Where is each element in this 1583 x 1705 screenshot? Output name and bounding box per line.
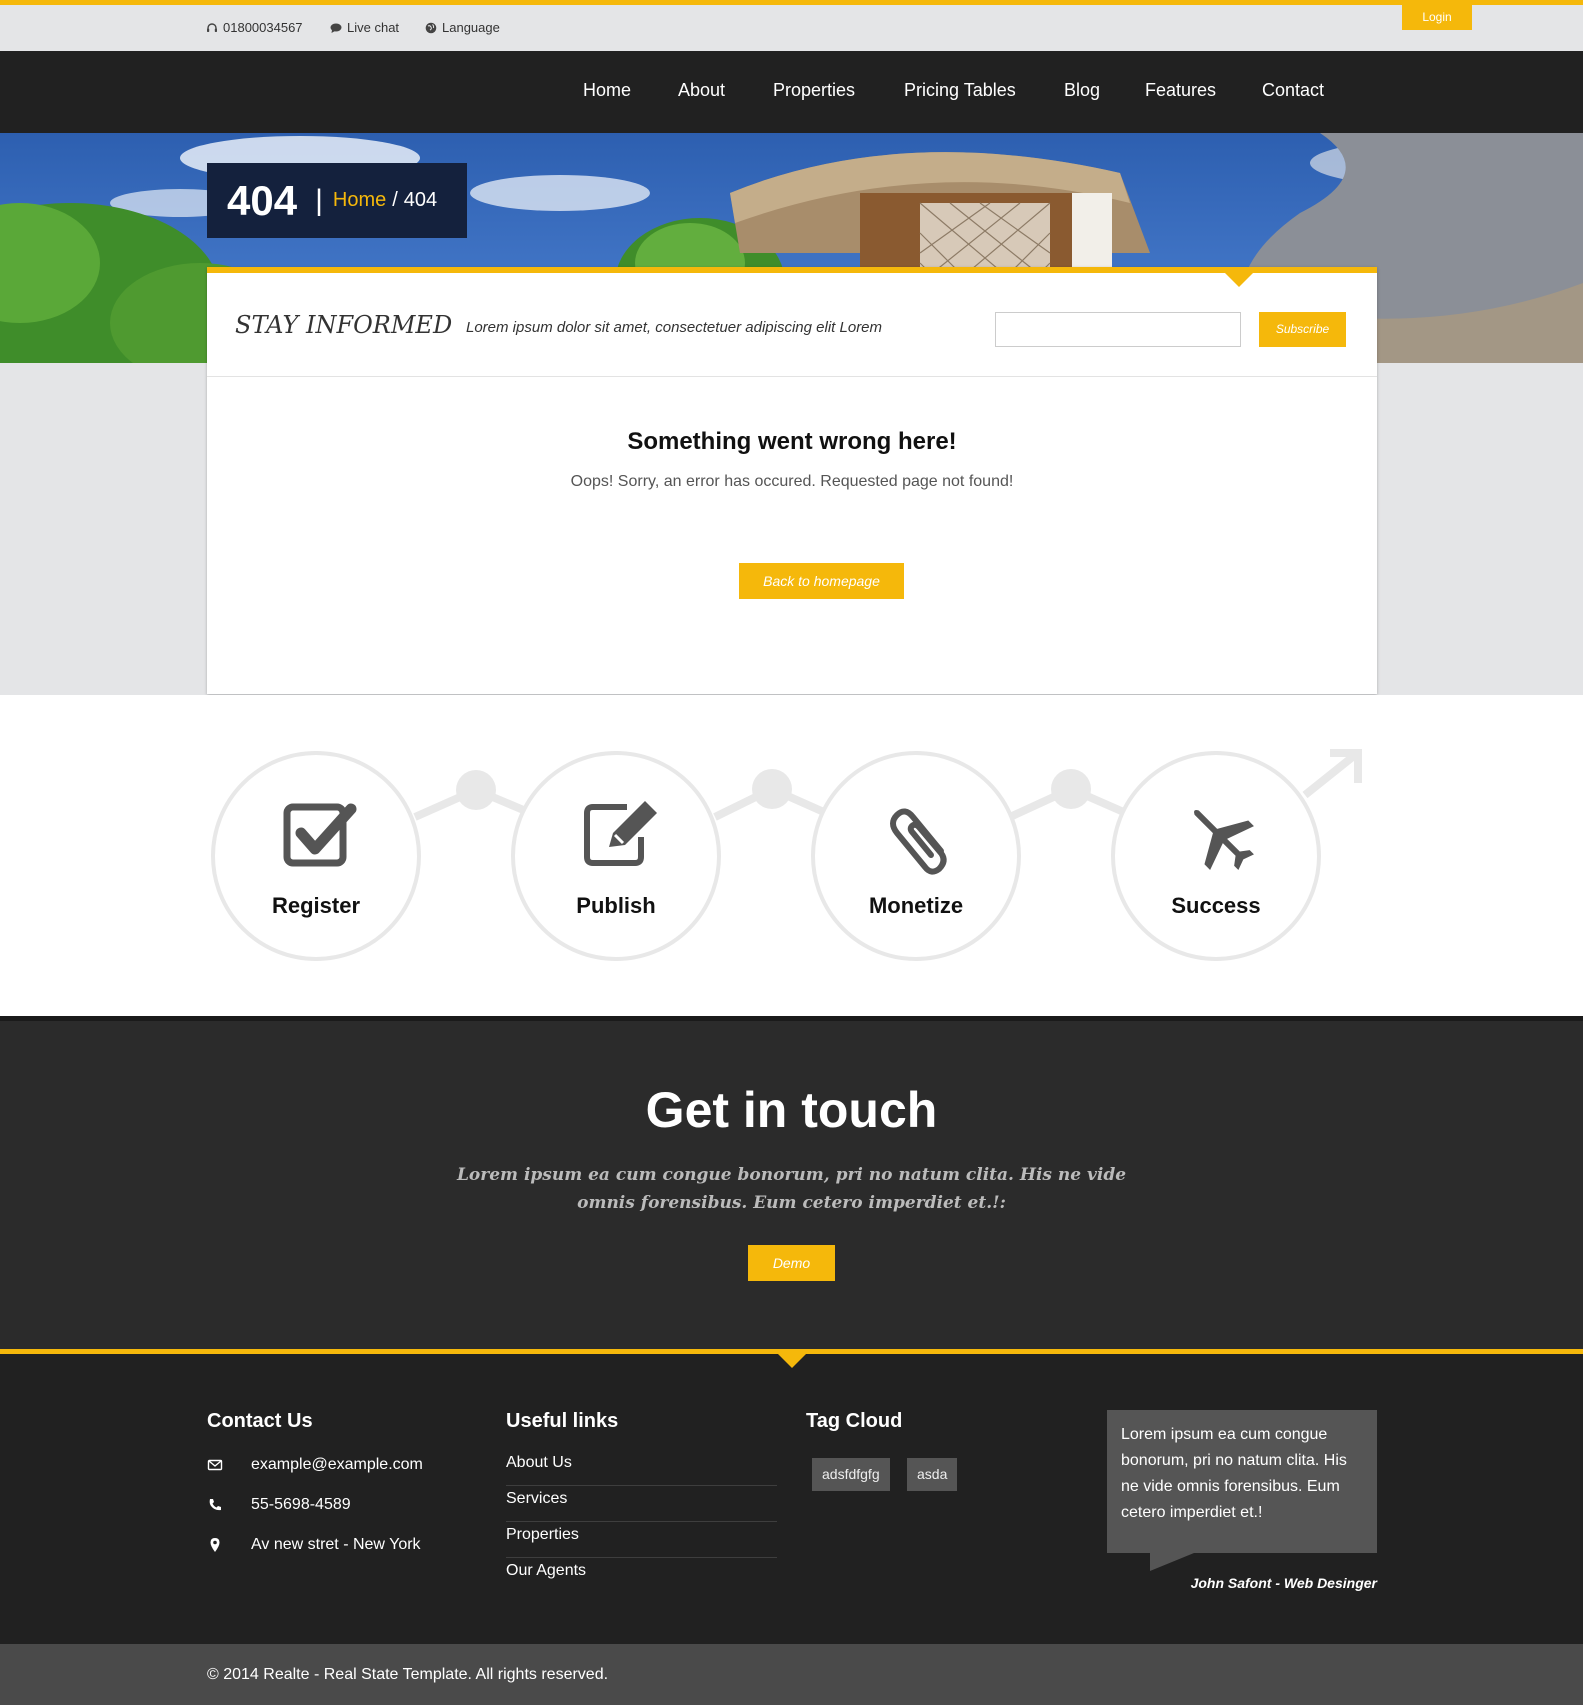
testimonial-tail	[1150, 1553, 1194, 1571]
globe-icon	[425, 22, 437, 33]
chat-bubble-icon	[330, 23, 342, 33]
main-card: STAY INFORMED Lorem ipsum dolor sit amet…	[207, 267, 1377, 694]
card-divider	[207, 376, 1377, 377]
tag-cloud-title: Tag Cloud	[806, 1410, 903, 1432]
newsletter-title: STAY INFORMED	[235, 311, 453, 339]
footer-link-our-agents[interactable]: Our Agents	[506, 1558, 777, 1594]
edit-icon	[584, 801, 657, 866]
footer-link-services[interactable]: Services	[506, 1486, 777, 1522]
page-title: 404	[227, 176, 298, 224]
live-chat-label: Live chat	[347, 20, 400, 35]
demo-button[interactable]: Demo	[748, 1245, 835, 1281]
contact-address: Av new stret - New York	[207, 1536, 421, 1554]
step-label-publish: Publish	[576, 893, 656, 918]
title-divider: |	[315, 183, 323, 217]
error-message: Oops! Sorry, an error has occured. Reque…	[570, 473, 1014, 490]
nav-about[interactable]: About	[678, 80, 725, 101]
step-monetize: Monetize	[811, 751, 1021, 961]
contact-phone: 55-5698-4589	[207, 1496, 351, 1514]
footer: Contact Us example@example.com 55-5698-4…	[0, 1349, 1583, 1644]
footer-link-properties[interactable]: Properties	[506, 1522, 777, 1558]
footer-notch	[778, 1354, 806, 1368]
step-label-monetize: Monetize	[868, 893, 964, 918]
card-notch	[1225, 273, 1253, 287]
plane-icon	[1194, 810, 1254, 870]
headset-icon	[207, 22, 217, 32]
error-title: Something went wrong here!	[627, 428, 957, 455]
footer-link-label: Properties	[506, 1526, 579, 1543]
step-label-success: Success	[1171, 893, 1261, 918]
newsletter-email-input[interactable]	[995, 312, 1241, 347]
page-title-box: 404 | Home / 404	[207, 163, 467, 238]
live-chat-link[interactable]: Live chat	[330, 20, 399, 35]
step-success: Success	[1111, 751, 1321, 961]
tag-item[interactable]: asda	[907, 1458, 958, 1491]
nav-features[interactable]: Features	[1145, 80, 1216, 101]
envelope-icon	[207, 1459, 223, 1471]
breadcrumb-home[interactable]: Home	[333, 189, 386, 212]
breadcrumb-separator: /	[392, 189, 398, 211]
breadcrumb-current: 404	[403, 189, 438, 211]
touch-text: Lorem ipsum ea cum congue bonorum, pri n…	[456, 1165, 1127, 1213]
nav-blog[interactable]: Blog	[1064, 80, 1100, 101]
phone-number: 01800034567	[223, 20, 303, 35]
touch-title: Get in touch	[645, 1082, 938, 1138]
testimonial-author: John Safont - Web Desinger	[1190, 1575, 1377, 1591]
tag-item[interactable]: adsfdfgfg	[812, 1458, 890, 1491]
check-square-icon	[283, 803, 357, 867]
phone-icon	[209, 1499, 221, 1511]
copyright-bar: © 2014 Realte - Real State Template. All…	[0, 1644, 1583, 1705]
get-in-touch-section: Get in touch Lorem ipsum ea cum congue b…	[0, 1016, 1583, 1349]
language-label: Language	[442, 20, 500, 35]
main-nav: Home About Properties Pricing Tables Blo…	[0, 51, 1583, 133]
contact-email[interactable]: example@example.com	[207, 1456, 423, 1474]
step-label-register: Register	[271, 893, 361, 918]
contact-address-text: Av new stret - New York	[251, 1536, 421, 1553]
map-marker-icon	[210, 1538, 220, 1552]
nav-contact[interactable]: Contact	[1262, 80, 1324, 101]
useful-links-title: Useful links	[506, 1410, 619, 1432]
contact-phone-text: 55-5698-4589	[251, 1496, 351, 1513]
step-register: Register	[211, 751, 421, 961]
nav-home[interactable]: Home	[583, 80, 631, 101]
login-button[interactable]: Login	[1402, 5, 1472, 30]
footer-link-label: About Us	[506, 1454, 572, 1471]
phone-contact: 01800034567	[206, 20, 303, 35]
steps-section: Register Publish Monetize Success	[0, 695, 1583, 1016]
newsletter-subtitle: Lorem ipsum dolor sit amet, consectetuer…	[466, 319, 883, 336]
testimonial-quote: Lorem ipsum ea cum congue bonorum, pri n…	[1107, 1410, 1377, 1553]
nav-properties[interactable]: Properties	[773, 80, 855, 101]
step-publish: Publish	[511, 751, 721, 961]
back-to-homepage-button[interactable]: Back to homepage	[739, 563, 904, 599]
nav-pricing-tables[interactable]: Pricing Tables	[904, 80, 1016, 101]
paperclip-icon	[890, 808, 947, 875]
contact-title: Contact Us	[207, 1410, 313, 1432]
language-selector[interactable]: Language	[425, 20, 500, 35]
footer-link-label: Services	[506, 1490, 568, 1507]
footer-link-label: Our Agents	[506, 1562, 587, 1579]
contact-email-text: example@example.com	[251, 1456, 423, 1473]
subscribe-button[interactable]: Subscribe	[1259, 312, 1346, 347]
top-bar: 01800034567 Live chat Language Login	[0, 0, 1583, 51]
footer-link-about-us[interactable]: About Us	[506, 1450, 777, 1486]
copyright-text: © 2014 Realte - Real State Template. All…	[207, 1666, 609, 1683]
